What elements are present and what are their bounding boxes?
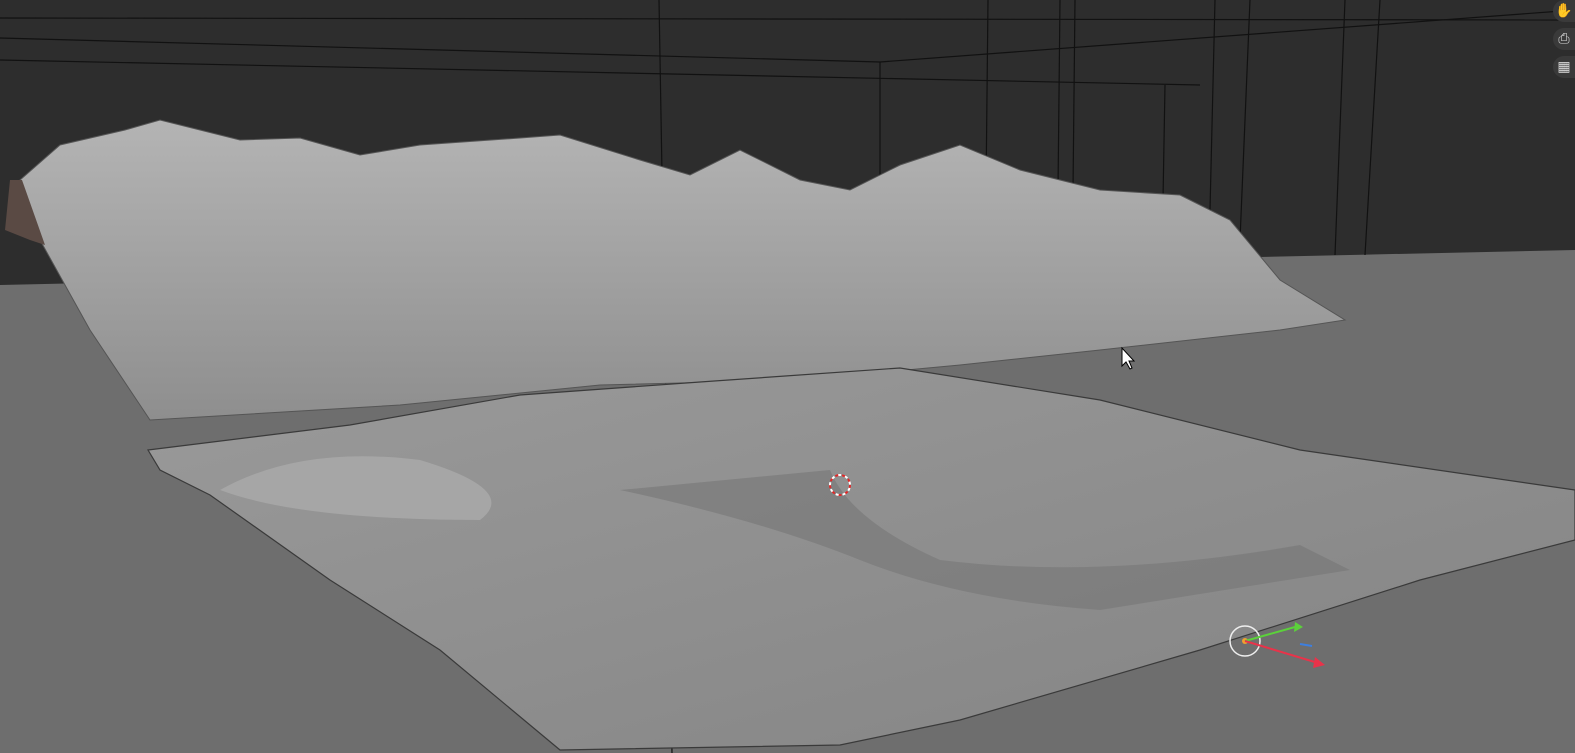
hand-pan-icon[interactable]: ✋ [1553,0,1575,22]
3d-viewport[interactable]: ✋ ⎙ ▦ [0,0,1575,753]
camera-icon[interactable]: ⎙ [1553,28,1575,50]
grid-perspective-icon[interactable]: ▦ [1553,56,1575,78]
scene [0,0,1575,753]
